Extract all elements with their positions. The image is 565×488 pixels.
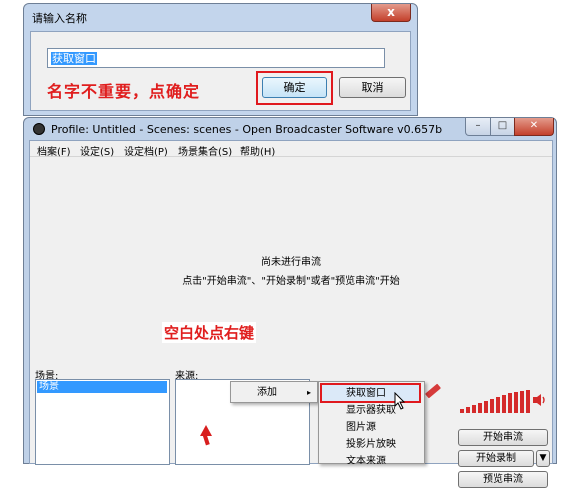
status-instructions: 点击"开始串流"、"开始录制"或者"预览串流"开始	[182, 276, 400, 287]
preview-stream-button[interactable]: 预览串流	[458, 471, 548, 488]
annotation-right-click-hint: 空白处点右键	[162, 322, 257, 343]
scene-list[interactable]: 场景	[35, 379, 170, 465]
menu-file[interactable]: 档案(F)	[37, 143, 71, 158]
submenu-item-text-source[interactable]: 文本来源	[322, 453, 421, 464]
maximize-button[interactable]: □	[490, 118, 515, 136]
obs-main-window: Profile: Untitled - Scenes: scenes - Ope…	[23, 117, 557, 488]
minimize-button[interactable]: –	[465, 118, 491, 136]
meter-bar	[526, 390, 530, 413]
menu-settings[interactable]: 设定(S)	[80, 143, 114, 158]
meter-bar	[502, 395, 506, 413]
annotation-hint-ok: 名字不重要，点确定	[47, 82, 201, 101]
submenu-item-monitor-capture[interactable]: 显示器获取	[322, 402, 421, 419]
meter-bar	[484, 401, 488, 413]
submenu-arrow-icon: ▸	[306, 388, 311, 397]
start-record-button[interactable]: 开始录制	[458, 450, 534, 467]
meter-bar	[514, 392, 518, 413]
cancel-button[interactable]: 取消	[339, 77, 406, 98]
window-title: Profile: Untitled - Scenes: scenes - Ope…	[51, 123, 443, 136]
meter-bar	[478, 403, 482, 413]
mouse-cursor-icon	[394, 392, 406, 410]
context-menu-add[interactable]: 添加	[234, 385, 314, 401]
desktop-volume-meter[interactable]	[460, 389, 540, 413]
ok-button[interactable]: 确定	[262, 77, 327, 98]
menu-scene-collection[interactable]: 场景集合(S)	[178, 143, 232, 158]
dialog-title: 请输入名称	[32, 12, 87, 25]
obs-app-icon	[33, 123, 45, 135]
meter-bar	[490, 399, 494, 413]
start-stream-button[interactable]: 开始串流	[458, 429, 548, 446]
meter-bar	[520, 391, 524, 413]
record-dropdown-button[interactable]: ▼	[536, 450, 550, 467]
submenu-item-slideshow[interactable]: 投影片放映	[322, 436, 421, 453]
meter-bar	[466, 407, 470, 413]
name-input-value: 获取窗口	[51, 52, 97, 65]
name-input[interactable]: 获取窗口	[47, 48, 385, 68]
dialog-body: 获取窗口 名字不重要，点确定 确定 取消	[30, 31, 411, 111]
meter-bar	[508, 393, 512, 413]
context-menu: 添加 ▸	[230, 381, 318, 403]
obs-client-area: 档案(F) 设定(S) 设定档(P) 场景集合(S) 帮助(H) 尚未进行串流 …	[29, 140, 553, 488]
submenu-item-image-source[interactable]: 图片源	[322, 419, 421, 436]
close-button[interactable]: ✕	[514, 118, 554, 136]
microphone-icon[interactable]	[424, 383, 442, 399]
menu-profiles[interactable]: 设定档(P)	[124, 143, 168, 158]
name-dialog-window: 请输入名称 x 获取窗口 名字不重要，点确定 确定 取消	[23, 3, 418, 116]
speaker-icon[interactable]	[533, 393, 547, 407]
scene-list-item[interactable]: 场景	[37, 381, 167, 393]
menu-help[interactable]: 帮助(H)	[240, 143, 275, 158]
meter-bar	[460, 409, 464, 413]
meter-bar	[496, 397, 500, 413]
dialog-close-button[interactable]: x	[371, 4, 411, 22]
menu-bar: 档案(F) 设定(S) 设定档(P) 场景集合(S) 帮助(H)	[30, 141, 552, 158]
status-not-streaming: 尚未进行串流	[261, 257, 321, 268]
meter-bar	[472, 405, 476, 413]
